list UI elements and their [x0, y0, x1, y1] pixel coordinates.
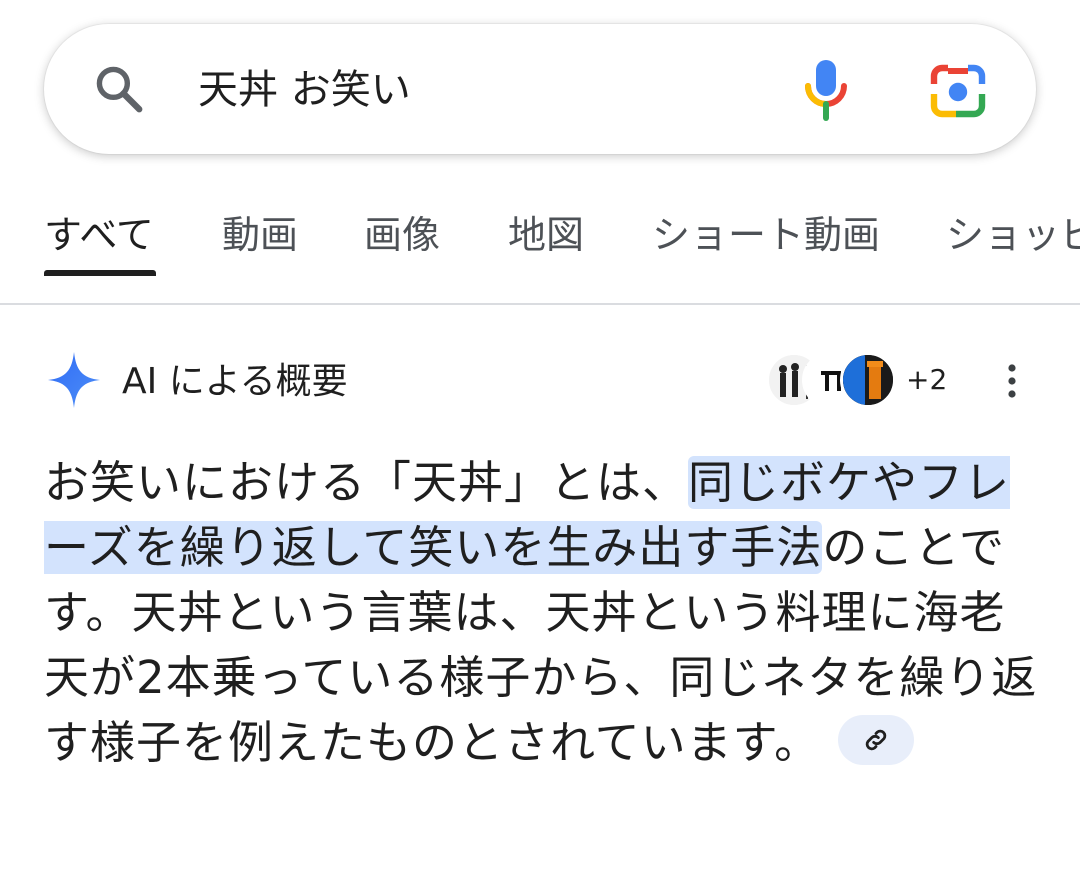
search-bar[interactable] [44, 24, 1036, 154]
tab-videos[interactable]: 動画 [222, 210, 298, 260]
mic-icon[interactable] [800, 58, 852, 122]
ai-overview-title: AI による概要 [122, 361, 348, 402]
more-sources-count[interactable]: +2 [906, 364, 947, 396]
lens-icon[interactable] [928, 64, 988, 118]
active-tab-indicator [44, 270, 156, 276]
search-input[interactable]: 天丼 お笑い [198, 64, 411, 116]
overview-text-intro: お笑いにおける「天丼」とは、 [44, 456, 689, 509]
sparkle-icon [48, 352, 100, 408]
ai-overview-text: お笑いにおける「天丼」とは、同じボケやフレーズを繰り返して笑いを生み出す手法のこ… [44, 450, 1044, 775]
tab-shopping[interactable]: ショッピ [946, 210, 1080, 260]
source-avatars[interactable] [766, 350, 906, 410]
source-avatar-3[interactable] [840, 352, 896, 408]
source-link-chip[interactable] [838, 715, 915, 765]
more-vert-icon[interactable] [996, 360, 1028, 402]
link-icon [865, 729, 887, 751]
tab-short-videos[interactable]: ショート動画 [652, 210, 880, 260]
search-icon[interactable] [92, 62, 146, 116]
tabs-divider [0, 303, 1080, 305]
tab-images[interactable]: 画像 [364, 210, 440, 260]
tab-maps[interactable]: 地図 [508, 210, 584, 260]
search-tabs: すべて 動画 画像 地図 ショート動画 ショッピ [0, 200, 1080, 304]
tab-all[interactable]: すべて [44, 210, 154, 260]
